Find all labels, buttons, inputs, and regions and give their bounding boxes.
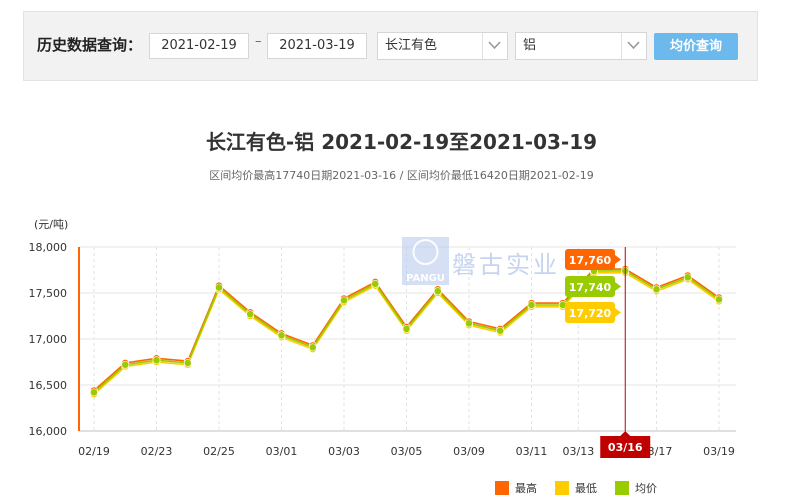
- x-tick-label: 03/03: [328, 445, 360, 458]
- data-point[interactable]: [371, 279, 380, 288]
- data-point[interactable]: [496, 326, 505, 335]
- legend-label-最高[interactable]: 最高: [515, 481, 537, 495]
- crosshair-date-tag-pointer: [620, 431, 631, 436]
- data-point[interactable]: [715, 295, 723, 304]
- legend-swatch-最高[interactable]: [495, 481, 509, 495]
- crosshair-value-label: 17,760: [569, 254, 612, 267]
- x-tick-label: 03/01: [266, 445, 298, 458]
- x-tick-label: 03/11: [516, 445, 548, 458]
- legend-label-均价[interactable]: 均价: [635, 482, 657, 495]
- crosshair-value-label: 17,720: [569, 307, 612, 320]
- data-point[interactable]: [277, 331, 286, 340]
- crosshair-value-tag-pointer: [615, 282, 621, 291]
- legend-swatch-均价[interactable]: [615, 481, 629, 495]
- data-point[interactable]: [402, 324, 411, 333]
- data-point[interactable]: [152, 356, 161, 365]
- y-axis-unit-label: (元/吨): [34, 218, 68, 231]
- x-tick-label: 03/13: [563, 445, 595, 458]
- crosshair-value-tag-pointer: [615, 308, 621, 317]
- watermark-company-text: 磐古实业: [452, 251, 560, 279]
- data-point[interactable]: [183, 359, 192, 367]
- x-tick-label: 03/19: [703, 445, 735, 458]
- crosshair-date-label: 03/16: [608, 441, 643, 454]
- data-point[interactable]: [527, 301, 536, 309]
- y-tick-label: 16,000: [29, 425, 68, 438]
- legend-swatch-最低[interactable]: [555, 481, 569, 495]
- x-tick-label: 03/05: [391, 445, 423, 458]
- data-point[interactable]: [90, 388, 98, 397]
- x-tick-label: 02/19: [78, 445, 110, 458]
- data-point[interactable]: [215, 283, 223, 292]
- data-point[interactable]: [246, 310, 255, 319]
- y-tick-label: 17,000: [29, 333, 68, 346]
- data-point[interactable]: [652, 285, 661, 294]
- crosshair-value-label: 17,740: [569, 281, 612, 294]
- y-tick-label: 17,500: [29, 287, 68, 300]
- data-point[interactable]: [308, 343, 317, 352]
- y-tick-label: 18,000: [29, 241, 68, 254]
- data-point[interactable]: [683, 273, 692, 282]
- data-point[interactable]: [465, 319, 473, 328]
- x-tick-label: 02/23: [141, 445, 173, 458]
- y-tick-label: 16,500: [29, 379, 68, 392]
- x-tick-label: 03/09: [453, 445, 485, 458]
- crosshair-value-tag-pointer: [615, 255, 621, 264]
- data-point[interactable]: [121, 360, 130, 369]
- data-point[interactable]: [433, 287, 442, 296]
- legend-label-最低[interactable]: 最低: [575, 482, 597, 495]
- x-tick-label: 02/25: [203, 445, 235, 458]
- data-point[interactable]: [340, 296, 348, 305]
- price-line-chart[interactable]: PANGU 磐古实业 (元/吨) 18,000 17,500 17,000 16,500…: [0, 0, 803, 504]
- watermark-logo-text: PANGU: [406, 273, 445, 284]
